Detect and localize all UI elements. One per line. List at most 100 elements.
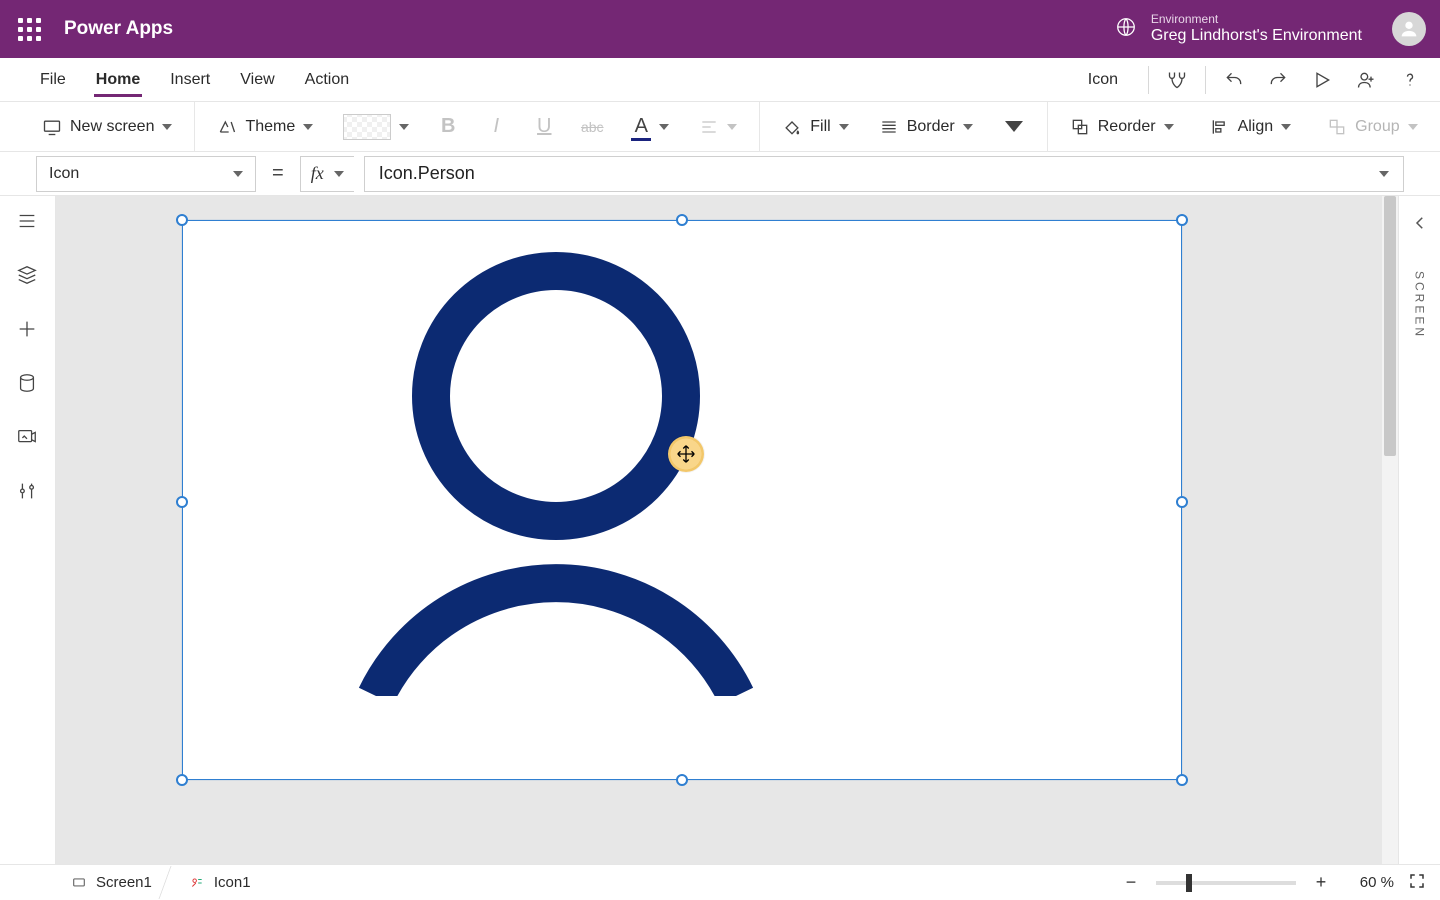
fill-button[interactable]: Fill (774, 113, 856, 141)
selection-handle[interactable] (176, 496, 188, 508)
data-icon[interactable] (16, 372, 40, 396)
chevron-down-icon (727, 124, 737, 130)
properties-panel-collapsed: SCREEN (1398, 196, 1440, 864)
canvas-area[interactable] (56, 196, 1398, 864)
group-button[interactable]: Group (1319, 113, 1425, 141)
chevron-down-icon (334, 171, 344, 177)
contextual-tab-label: Icon (1064, 71, 1142, 89)
share-icon[interactable] (1344, 58, 1388, 102)
property-selector[interactable]: Icon (36, 156, 256, 192)
selection-handle[interactable] (176, 774, 188, 786)
main-area: SCREEN (0, 196, 1440, 864)
zoom-value: 60 % (1346, 874, 1394, 891)
status-bar: Screen1 Icon1 − + 60 % (0, 864, 1440, 900)
selection-handle[interactable] (676, 214, 688, 226)
menu-bar: File Home Insert View Action Icon (0, 58, 1440, 102)
fill-label: Fill (810, 118, 830, 136)
formula-input[interactable]: Icon.Person (364, 156, 1404, 192)
media-icon[interactable] (16, 426, 40, 450)
new-screen-button[interactable]: New screen (34, 113, 180, 141)
left-rail (0, 196, 56, 864)
move-cursor-icon (668, 436, 704, 472)
text-align-button[interactable] (691, 113, 745, 141)
zoom-out-button[interactable]: − (1120, 872, 1142, 894)
chevron-down-icon (233, 171, 243, 177)
app-title: Power Apps (64, 18, 173, 40)
breadcrumb-control-label: Icon1 (214, 874, 251, 891)
fx-button[interactable]: fx (300, 156, 354, 192)
chevron-down-icon (963, 124, 973, 130)
font-color-button[interactable]: A (623, 111, 677, 142)
strikethrough-button[interactable]: abc (575, 110, 609, 144)
chevron-down-icon (659, 124, 669, 130)
hamburger-icon[interactable] (16, 210, 40, 234)
italic-button[interactable]: I (479, 110, 513, 144)
border-label: Border (907, 118, 955, 136)
chevron-down-icon (162, 124, 172, 130)
chevron-down-icon (303, 124, 313, 130)
bold-button[interactable]: B (431, 110, 465, 144)
user-avatar[interactable] (1392, 12, 1426, 46)
menu-tab-home[interactable]: Home (94, 63, 142, 97)
menu-tab-view[interactable]: View (238, 63, 276, 97)
fill-color-swatch[interactable] (335, 110, 417, 144)
chevron-down-icon (399, 124, 409, 130)
font-a-icon: A (635, 115, 648, 137)
menu-tab-file[interactable]: File (38, 63, 68, 97)
vertical-scrollbar[interactable] (1382, 196, 1398, 864)
app-header: Power Apps Environment Greg Lindhorst's … (0, 0, 1440, 58)
properties-panel-label: SCREEN (1413, 271, 1427, 339)
zoom-slider-thumb[interactable] (1186, 874, 1192, 892)
app-launcher-icon[interactable] (14, 14, 44, 44)
breadcrumb-screen-label: Screen1 (96, 874, 152, 891)
chevron-down-icon (1379, 171, 1389, 177)
formula-expression: Icon.Person (379, 163, 475, 184)
app-checker-icon[interactable] (1155, 58, 1199, 102)
zoom-slider[interactable] (1156, 881, 1296, 885)
formula-bar: Icon = fx Icon.Person (0, 152, 1440, 196)
play-preview-icon[interactable] (1300, 58, 1344, 102)
selection-handle[interactable] (676, 774, 688, 786)
chevron-down-icon (1164, 124, 1174, 130)
expand-properties-icon[interactable] (1411, 214, 1429, 237)
equals-icon: = (266, 162, 290, 185)
selection-handle[interactable] (176, 214, 188, 226)
align-button[interactable]: Align (1202, 113, 1300, 141)
border-button[interactable]: Border (871, 113, 981, 141)
new-screen-label: New screen (70, 118, 154, 136)
advanced-tools-icon[interactable] (16, 480, 40, 504)
help-icon[interactable] (1388, 58, 1432, 102)
environment-label: Environment (1151, 13, 1362, 27)
theme-button[interactable]: Theme (209, 113, 321, 141)
environment-name: Greg Lindhorst's Environment (1151, 27, 1362, 45)
fit-to-window-icon[interactable] (1408, 872, 1426, 894)
group-label: Group (1355, 118, 1399, 136)
selection-handle[interactable] (1176, 774, 1188, 786)
chevron-down-icon (1281, 124, 1291, 130)
color-swatch-icon (343, 114, 391, 140)
person-icon[interactable] (336, 226, 776, 696)
reorder-button[interactable]: Reorder (1062, 113, 1182, 141)
redo-icon[interactable] (1256, 58, 1300, 102)
expand-formatting-icon[interactable] (1005, 121, 1023, 132)
breadcrumb-screen[interactable]: Screen1 (56, 870, 174, 895)
selection-handle[interactable] (1176, 214, 1188, 226)
underline-button[interactable]: U (527, 110, 561, 144)
undo-icon[interactable] (1212, 58, 1256, 102)
ribbon-toolbar: New screen Theme B I U abc A (0, 102, 1440, 152)
menu-tab-action[interactable]: Action (303, 63, 351, 97)
tree-view-icon[interactable] (16, 264, 40, 288)
reorder-label: Reorder (1098, 118, 1156, 136)
fx-icon: fx (311, 163, 324, 184)
property-selector-value: Icon (49, 165, 79, 183)
insert-plus-icon[interactable] (16, 318, 40, 342)
environment-picker[interactable]: Environment Greg Lindhorst's Environment (1115, 13, 1362, 45)
selection-handle[interactable] (1176, 496, 1188, 508)
scrollbar-thumb[interactable] (1384, 196, 1396, 456)
menu-tab-insert[interactable]: Insert (168, 63, 212, 97)
zoom-in-button[interactable]: + (1310, 872, 1332, 894)
globe-icon (1115, 16, 1137, 43)
breadcrumb-control[interactable]: Icon1 (174, 870, 265, 895)
chevron-down-icon (839, 124, 849, 130)
chevron-down-icon (1408, 124, 1418, 130)
